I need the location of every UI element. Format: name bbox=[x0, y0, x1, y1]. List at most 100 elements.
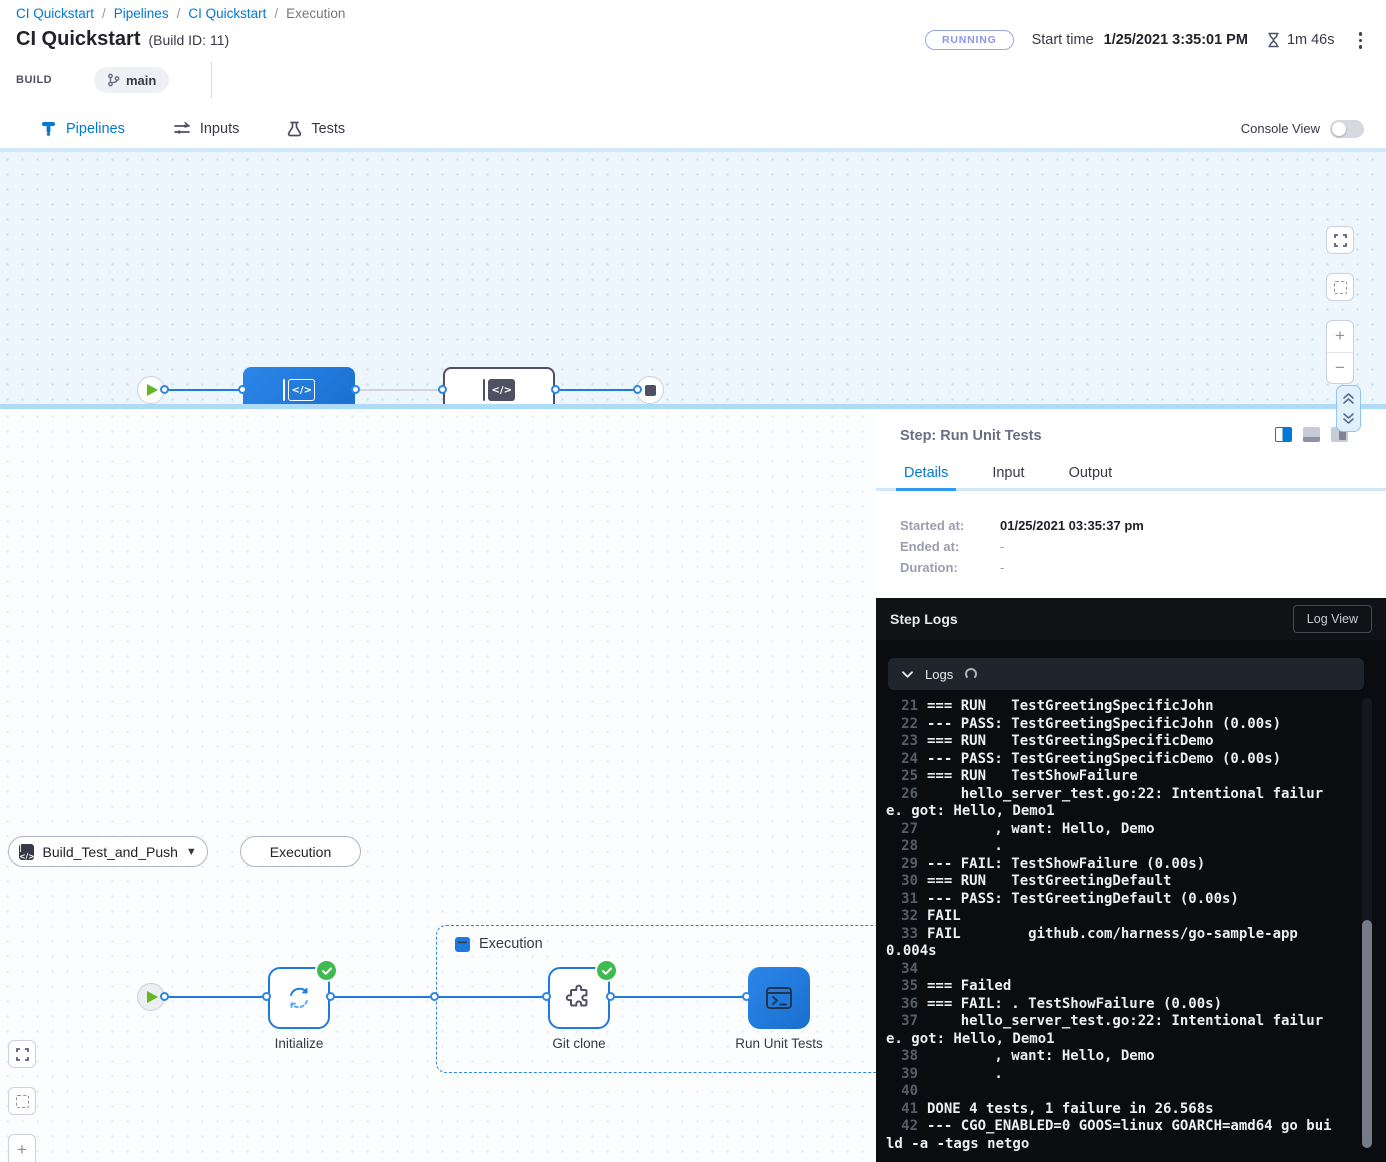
log-line-text: === RUN TestGreetingDefault bbox=[927, 873, 1171, 889]
log-line-number: 36 bbox=[886, 996, 918, 1014]
fullscreen-button[interactable] bbox=[1326, 226, 1354, 254]
log-line-number: 32 bbox=[886, 908, 918, 926]
tab-tests[interactable]: Tests bbox=[263, 105, 369, 152]
zoom-in-button[interactable]: + bbox=[1327, 321, 1353, 353]
breadcrumb-separator: / bbox=[102, 6, 106, 21]
log-line: 33FAIL github.com/harness/go-sample-app … bbox=[886, 926, 1338, 961]
log-line: 35=== Failed bbox=[886, 978, 1338, 996]
step-node-initialize[interactable] bbox=[268, 967, 330, 1029]
log-line-number: 38 bbox=[886, 1048, 918, 1066]
breadcrumb-current: Execution bbox=[286, 6, 345, 21]
tab-input[interactable]: Input bbox=[992, 465, 1024, 488]
tab-output[interactable]: Output bbox=[1069, 465, 1113, 488]
detail-value: - bbox=[1000, 560, 1004, 575]
fullscreen-button[interactable] bbox=[8, 1040, 36, 1068]
chevron-down-icon bbox=[902, 671, 913, 678]
log-line-number: 30 bbox=[886, 873, 918, 891]
log-line: 27 , want: Hello, Demo bbox=[886, 821, 1338, 839]
console-view-toggle[interactable] bbox=[1330, 120, 1364, 138]
port bbox=[160, 992, 169, 1001]
stage-node-build-test-and-push[interactable] bbox=[243, 367, 355, 404]
ci-stage-icon bbox=[19, 844, 34, 860]
branch-tag[interactable]: main bbox=[94, 67, 169, 93]
log-line-text: --- PASS: TestGreetingDefault (0.00s) bbox=[927, 891, 1239, 907]
zoom-in-button[interactable]: + bbox=[9, 1135, 35, 1162]
edge bbox=[163, 389, 245, 391]
step-node-run-unit-tests[interactable] bbox=[748, 967, 810, 1029]
log-output[interactable]: 21=== RUN TestGreetingSpecificJohn 22---… bbox=[876, 698, 1338, 1153]
step-node-git-clone[interactable] bbox=[548, 967, 610, 1029]
chevrons-down-icon bbox=[1342, 412, 1355, 426]
tab-inputs-label: Inputs bbox=[200, 121, 240, 137]
success-check-icon bbox=[597, 961, 616, 980]
panel-resize-control[interactable] bbox=[1336, 385, 1361, 432]
layout-bottom-icon[interactable] bbox=[1303, 427, 1320, 442]
divider bbox=[211, 62, 212, 98]
log-line-text: , want: Hello, Demo bbox=[927, 821, 1155, 837]
tab-pipelines[interactable]: Pipelines bbox=[16, 105, 149, 152]
ci-codebase-icon bbox=[283, 379, 316, 401]
log-scrollbar-thumb[interactable] bbox=[1362, 920, 1372, 1148]
log-line-text: FAIL github.com/harness/go-sample-app 0.… bbox=[886, 926, 1323, 960]
log-line: 24 --- PASS: TestGreetingSpecificDemo (0.… bbox=[886, 751, 1338, 769]
log-line: 37 hello_server_test.go:22: Intentional … bbox=[886, 1013, 1338, 1048]
inputs-icon bbox=[173, 121, 191, 137]
build-label: BUILD bbox=[16, 74, 94, 86]
console-view-control: Console View bbox=[1241, 105, 1364, 152]
port bbox=[262, 992, 271, 1001]
port bbox=[438, 385, 447, 394]
log-line-text: hello_server_test.go:22: Intentional fai… bbox=[886, 786, 1323, 820]
select-mode-button[interactable] bbox=[8, 1087, 36, 1115]
detail-row-ended: Ended at: - bbox=[900, 539, 1004, 554]
log-line-number: 31 bbox=[886, 891, 918, 909]
breadcrumb-link-project[interactable]: CI Quickstart bbox=[16, 6, 94, 21]
port bbox=[551, 385, 560, 394]
log-line-text: FAIL bbox=[927, 908, 961, 924]
port bbox=[542, 992, 551, 1001]
log-line-number: 34 bbox=[886, 961, 918, 979]
logs-group-toggle[interactable]: Logs bbox=[888, 658, 1364, 690]
zoom-out-button[interactable]: − bbox=[1327, 353, 1353, 384]
tab-details[interactable]: Details bbox=[904, 465, 948, 488]
execution-view-button[interactable]: Execution bbox=[240, 836, 361, 867]
more-options-button[interactable] bbox=[1353, 28, 1369, 53]
log-line: 40 bbox=[886, 1083, 1338, 1101]
log-line-number: 27 bbox=[886, 821, 918, 839]
success-check-icon bbox=[317, 961, 336, 980]
step-logs-title: Step Logs bbox=[890, 611, 958, 627]
fullscreen-icon bbox=[1334, 234, 1347, 247]
edge bbox=[357, 389, 441, 391]
execution-view-label: Execution bbox=[270, 844, 331, 860]
pipeline-canvas[interactable]: Build_Test_and_Pus Run_Integration_Tes +… bbox=[0, 152, 1386, 404]
build-id: (Build ID: 11) bbox=[148, 32, 229, 48]
git-branch-icon bbox=[107, 73, 120, 87]
log-line-number: 29 bbox=[886, 856, 918, 874]
log-line-text: DONE 4 tests, 1 failure in 26.568s bbox=[927, 1101, 1214, 1117]
select-mode-button[interactable] bbox=[1326, 273, 1354, 301]
log-line-text: --- PASS: TestGreetingSpecificDemo (0.00… bbox=[927, 751, 1281, 767]
stage-canvas[interactable]: Build_Test_and_Push ▼ Execution Executio… bbox=[0, 409, 876, 1162]
stage-node-run-integration-tests[interactable] bbox=[443, 367, 555, 404]
edge bbox=[610, 996, 748, 998]
log-line-text: --- PASS: TestGreetingSpecificJohn (0.00… bbox=[927, 716, 1281, 732]
stage-selector-dropdown[interactable]: Build_Test_and_Push ▼ bbox=[8, 836, 208, 867]
log-line-number: 24 bbox=[886, 751, 918, 769]
marquee-icon bbox=[1334, 281, 1347, 294]
tab-inputs[interactable]: Inputs bbox=[149, 105, 264, 152]
step-label: Initialize bbox=[239, 1036, 359, 1051]
log-line-text: === Failed bbox=[927, 978, 1011, 994]
ci-codebase-icon bbox=[483, 379, 516, 401]
breadcrumb-link-pipelines[interactable]: Pipelines bbox=[114, 6, 169, 21]
loading-spinner-icon bbox=[965, 668, 977, 680]
collapse-group-icon[interactable] bbox=[455, 937, 470, 952]
log-line-text: , want: Hello, Demo bbox=[927, 1048, 1155, 1064]
layout-split-right-icon[interactable] bbox=[1275, 427, 1292, 442]
console-view-label: Console View bbox=[1241, 121, 1320, 136]
log-view-button[interactable]: Log View bbox=[1293, 605, 1372, 633]
log-line-text: --- FAIL: TestShowFailure (0.00s) bbox=[927, 856, 1205, 872]
log-line-number: 26 bbox=[886, 786, 918, 804]
breadcrumb-link-pipeline[interactable]: CI Quickstart bbox=[188, 6, 266, 21]
step-label: Run Unit Tests bbox=[719, 1036, 839, 1051]
log-line-number: 28 bbox=[886, 838, 918, 856]
start-time-label: Start time bbox=[1032, 32, 1094, 48]
